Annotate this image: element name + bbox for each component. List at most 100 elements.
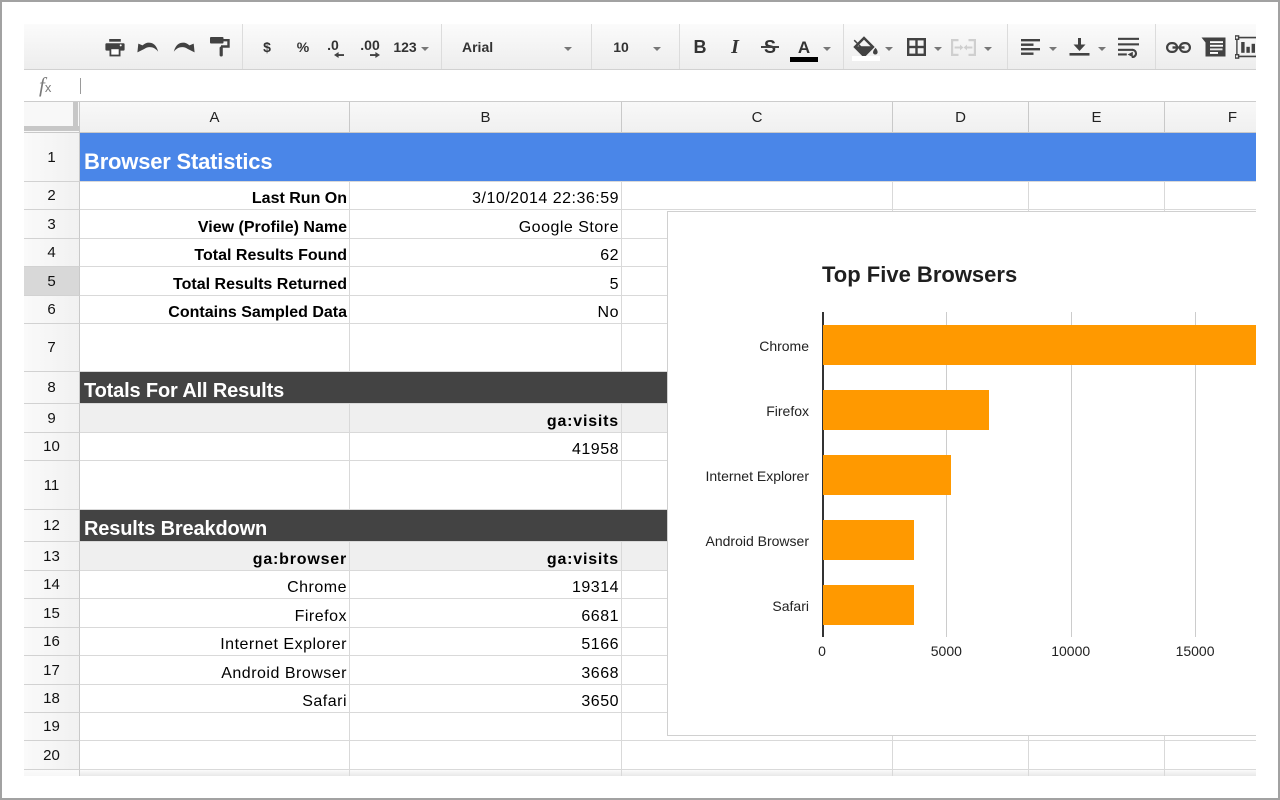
cell-B4[interactable]: 62 <box>350 239 621 266</box>
chart-x-tick-label: 5000 <box>916 643 976 659</box>
row-header-4[interactable]: 4 <box>24 239 80 267</box>
cell-A16[interactable]: Internet Explorer <box>80 628 349 655</box>
cell-A5[interactable]: Total Results Returned <box>80 267 349 295</box>
column-header-C[interactable]: C <box>622 102 893 133</box>
redo-button[interactable] <box>171 24 197 70</box>
fill-color-caret-icon[interactable] <box>885 47 893 51</box>
formula-input[interactable] <box>90 70 1256 100</box>
cell-B2[interactable]: 3/10/2014 22:36:59 <box>350 182 621 209</box>
format-currency-button[interactable]: $ <box>257 24 277 70</box>
cell-B18[interactable]: 3650 <box>350 685 621 712</box>
cell-B6[interactable]: No <box>350 296 621 323</box>
gridline-vertical <box>621 133 622 776</box>
vertical-align-caret-icon[interactable] <box>1098 47 1106 51</box>
vertical-align-button[interactable] <box>1067 24 1091 70</box>
row-header-9[interactable]: 9 <box>24 404 80 433</box>
row-header-5[interactable]: 5 <box>24 267 80 296</box>
paint-format-button[interactable] <box>207 24 233 70</box>
row-header-20[interactable]: 20 <box>24 741 80 770</box>
row-header-15[interactable]: 15 <box>24 599 80 628</box>
row-header-19[interactable]: 19 <box>24 713 80 741</box>
cell-B3[interactable]: Google Store <box>350 210 621 238</box>
italic-button[interactable]: I <box>725 24 745 70</box>
undo-button[interactable] <box>135 24 161 70</box>
row-header-1[interactable]: 1 <box>24 133 80 182</box>
column-header-B[interactable]: B <box>350 102 622 133</box>
cell-A2[interactable]: Last Run On <box>80 182 349 209</box>
row-header-8[interactable]: 8 <box>24 372 80 404</box>
cell-A15[interactable]: Firefox <box>80 599 349 627</box>
cell-A4[interactable]: Total Results Found <box>80 239 349 266</box>
font-family-caret-icon[interactable] <box>564 47 572 51</box>
bold-button[interactable]: B <box>690 24 710 70</box>
format-percent-button[interactable]: % <box>292 24 314 70</box>
cell-A3[interactable]: View (Profile) Name <box>80 210 349 238</box>
cell-B16[interactable]: 5166 <box>350 628 621 655</box>
decrease-decimals-button[interactable]: .0 <box>321 24 345 70</box>
column-header-D[interactable]: D <box>893 102 1029 133</box>
merge-cells-button[interactable] <box>950 24 976 70</box>
gridline-horizontal <box>80 769 1256 770</box>
cell-B9[interactable]: ga:visits <box>350 404 621 432</box>
formula-caret <box>80 78 81 94</box>
row-header-10[interactable]: 10 <box>24 433 80 461</box>
row-header-12[interactable]: 12 <box>24 510 80 542</box>
cell-A8[interactable]: Totals For All Results <box>80 372 349 403</box>
increase-decimals-button[interactable]: .00 <box>355 24 385 70</box>
cell-A17[interactable]: Android Browser <box>80 656 349 684</box>
cell-A14[interactable]: Chrome <box>80 571 349 598</box>
cell-A12[interactable]: Results Breakdown <box>80 510 349 541</box>
row-header-3[interactable]: 3 <box>24 210 80 239</box>
borders-caret-icon[interactable] <box>934 47 942 51</box>
chart-bar-chrome <box>823 325 1256 365</box>
chart-category-label: Android Browser <box>668 533 809 549</box>
fill-color-button[interactable] <box>852 24 880 70</box>
more-formats-caret-icon[interactable] <box>421 47 429 51</box>
chart-category-label: Safari <box>668 598 809 614</box>
fx-label: fx <box>39 73 51 98</box>
row-header-17[interactable]: 17 <box>24 656 80 685</box>
font-family-select[interactable]: Arial <box>462 24 522 70</box>
bold-label: B <box>694 37 707 58</box>
strikethrough-label: S <box>764 37 776 58</box>
row-header-21[interactable] <box>24 770 80 776</box>
text-wrap-button[interactable] <box>1117 24 1141 70</box>
cell-A6[interactable]: Contains Sampled Data <box>80 296 349 323</box>
insert-chart-button[interactable] <box>1235 24 1256 70</box>
text-color-caret-icon[interactable] <box>823 47 831 51</box>
column-header-E[interactable]: E <box>1029 102 1165 133</box>
horizontal-align-caret-icon[interactable] <box>1049 47 1057 51</box>
cell-A1[interactable]: Browser Statistics <box>80 133 349 181</box>
column-header-A[interactable]: A <box>80 102 350 133</box>
cell-B14[interactable]: 19314 <box>350 571 621 598</box>
cell-B10[interactable]: 41958 <box>350 433 621 460</box>
row-header-18[interactable]: 18 <box>24 685 80 713</box>
row-header-13[interactable]: 13 <box>24 542 80 571</box>
row-header-11[interactable]: 11 <box>24 461 80 510</box>
row-header-6[interactable]: 6 <box>24 296 80 324</box>
font-size-select[interactable]: 10 <box>611 24 631 70</box>
select-all-corner[interactable] <box>24 102 80 133</box>
cell-B15[interactable]: 6681 <box>350 599 621 627</box>
column-header-F[interactable]: F <box>1165 102 1256 133</box>
row-header-16[interactable]: 16 <box>24 628 80 656</box>
text-color-button[interactable]: A <box>790 24 818 70</box>
cell-B17[interactable]: 3668 <box>350 656 621 684</box>
strikethrough-button[interactable]: S <box>760 24 780 70</box>
cell-B5[interactable]: 5 <box>350 267 621 295</box>
insert-comment-button[interactable] <box>1200 24 1226 70</box>
font-size-caret-icon[interactable] <box>653 47 661 51</box>
embedded-chart[interactable]: Top Five BrowsersChromeFirefoxInternet E… <box>667 211 1256 736</box>
print-button[interactable] <box>102 24 127 70</box>
cell-B13[interactable]: ga:visits <box>350 542 621 570</box>
row-header-14[interactable]: 14 <box>24 571 80 599</box>
more-formats-button[interactable]: 123 <box>392 24 418 70</box>
borders-button[interactable] <box>906 24 926 70</box>
insert-link-button[interactable] <box>1165 24 1191 70</box>
cell-A18[interactable]: Safari <box>80 685 349 712</box>
horizontal-align-button[interactable] <box>1020 24 1040 70</box>
row-header-2[interactable]: 2 <box>24 182 80 210</box>
cell-A13[interactable]: ga:browser <box>80 542 349 570</box>
row-header-7[interactable]: 7 <box>24 324 80 372</box>
merge-cells-caret-icon[interactable] <box>984 47 992 51</box>
